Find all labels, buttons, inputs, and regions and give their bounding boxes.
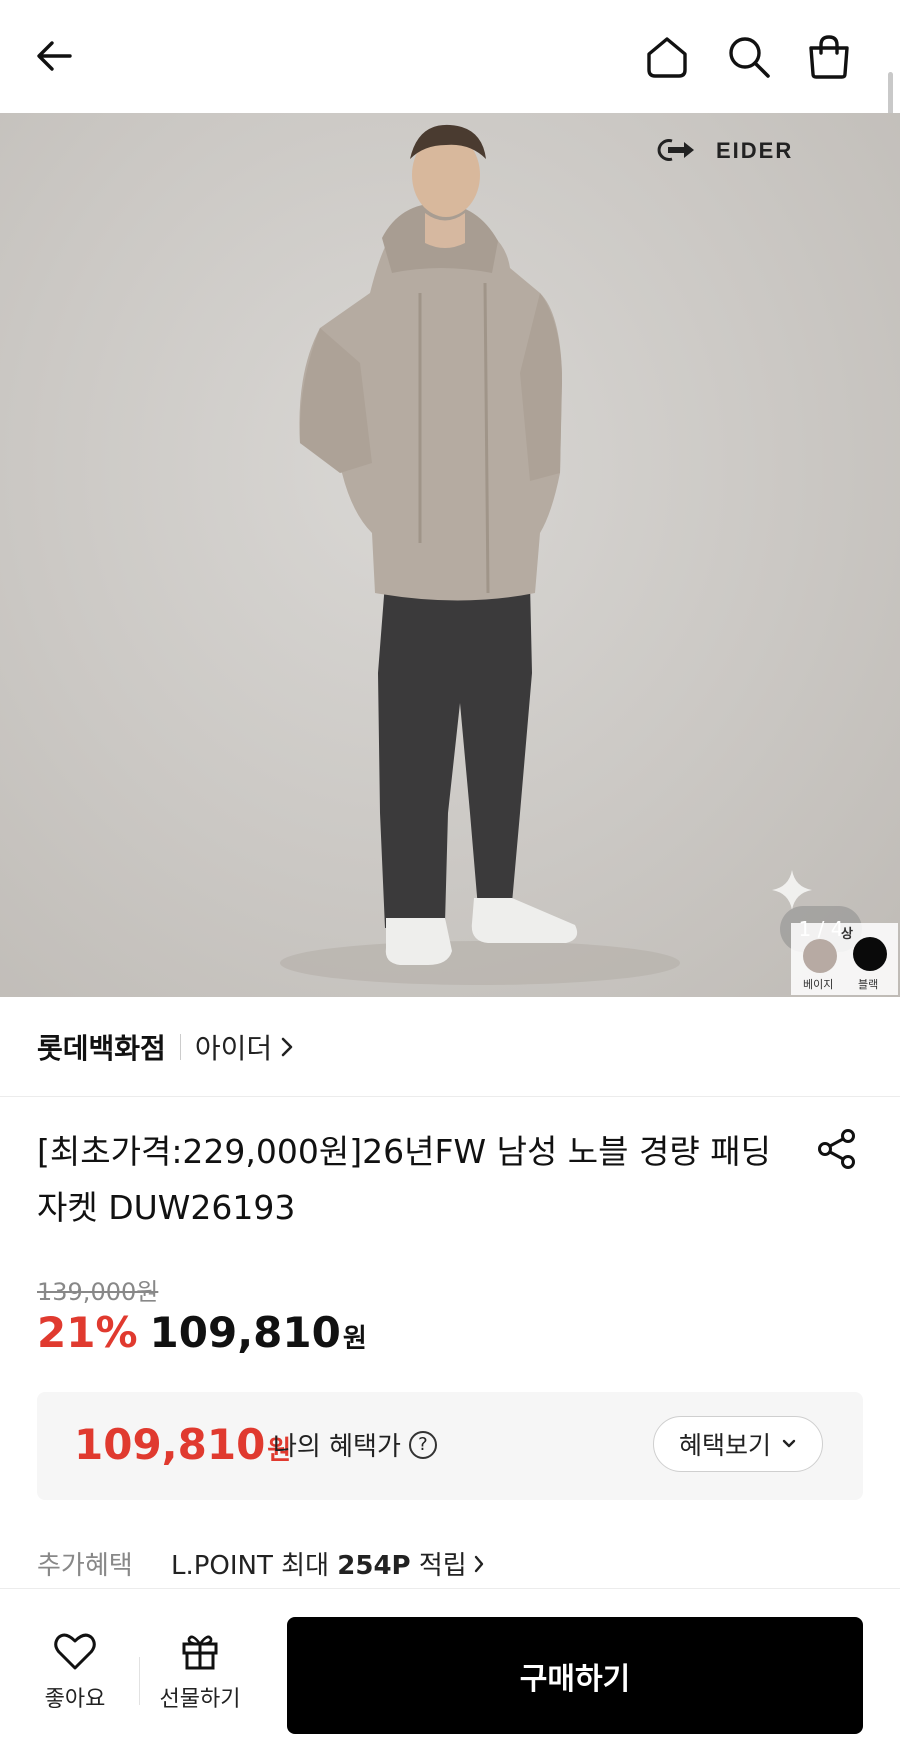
gift-icon <box>182 1635 218 1670</box>
like-label: 좋아요 <box>44 1687 106 1712</box>
shopping-bag-icon <box>809 35 849 79</box>
bottom-action-bar: 좋아요 선물하기 구매하기 <box>0 1588 900 1760</box>
store-row: 롯데백화점 아이더 <box>37 1025 294 1069</box>
share-icon <box>818 1129 855 1169</box>
price-row: 21% 109,810 원 <box>37 1308 367 1357</box>
swatch-label-black: 블랙 <box>858 978 879 991</box>
lpoint-text-prefix: L.POINT 최대 <box>171 1551 338 1581</box>
store-separator <box>179 1034 181 1060</box>
benefit-label: 나의 혜택가 <box>273 1432 401 1462</box>
gift-label: 선물하기 <box>159 1687 241 1712</box>
product-photo <box>280 124 680 985</box>
bottom-bar-separator <box>139 1657 140 1705</box>
swatch-label-beige: 베이지 <box>803 978 834 991</box>
back-button[interactable] <box>28 30 80 82</box>
home-icon <box>647 37 687 78</box>
arrow-left-icon <box>37 41 72 71</box>
extra-benefit-label: 추가혜택 <box>37 1551 133 1581</box>
sale-price-unit: 원 <box>342 1324 367 1354</box>
like-button[interactable]: 좋아요 <box>30 1631 120 1731</box>
brand-link[interactable]: 아이더 <box>195 1027 294 1067</box>
buy-button[interactable]: 구매하기 <box>287 1617 863 1734</box>
sale-price: 109,810 <box>149 1308 341 1357</box>
benefit-label-row: 나의 혜택가 ? <box>273 1426 437 1463</box>
product-title: [최초가격:229,000원]26년FW 남성 노블 경량 패딩 자켓 DUW2… <box>37 1132 771 1227</box>
heart-icon <box>54 1633 96 1670</box>
share-button[interactable] <box>812 1124 862 1174</box>
color-swatch-panel[interactable]: 상 베이지 블랙 <box>791 923 898 995</box>
store-name[interactable]: 롯데백화점 <box>37 1027 166 1067</box>
my-benefit-box: 109,810 원 나의 혜택가 ? 혜택보기 <box>37 1392 863 1500</box>
original-price: 139,000원 <box>37 1278 159 1306</box>
section-divider <box>0 1096 900 1097</box>
brand-logo: EIDER <box>656 137 842 167</box>
product-image-carousel[interactable]: EIDER 1 / 4 상 베이지 블랙 <box>0 113 900 997</box>
search-icon <box>729 37 770 78</box>
help-icon[interactable]: ? <box>408 1430 437 1459</box>
benefit-price-value: 109,810 <box>74 1420 266 1469</box>
benefit-price: 109,810 원 <box>74 1420 291 1469</box>
eider-logo-icon: EIDER <box>657 138 793 163</box>
lpoint-benefit-link[interactable]: L.POINT 최대 254P 적립 <box>171 1545 485 1582</box>
view-benefits-label: 혜택보기 <box>678 1431 771 1460</box>
shopping-bag-button[interactable] <box>802 30 856 84</box>
search-button[interactable] <box>722 30 776 84</box>
chevron-right-icon <box>474 1555 483 1572</box>
home-button[interactable] <box>640 30 694 84</box>
swatch-more-label: 상 <box>841 927 853 942</box>
color-swatch-beige[interactable] <box>803 939 837 973</box>
discount-rate: 21% <box>37 1308 138 1357</box>
extra-benefit-row: 추가혜택 L.POINT 최대 254P 적립 <box>37 1545 485 1582</box>
top-app-bar <box>0 0 900 113</box>
gift-button[interactable]: 선물하기 <box>150 1631 250 1731</box>
chevron-down-icon <box>782 1439 796 1448</box>
lpoint-text-suffix: 적립 <box>410 1551 467 1581</box>
lpoint-points: 254P <box>337 1551 411 1581</box>
brand-name: 아이더 <box>194 1032 273 1065</box>
chevron-right-icon <box>281 1037 293 1057</box>
view-benefits-button[interactable]: 혜택보기 <box>653 1416 823 1472</box>
brand-logo-text: EIDER <box>716 138 793 163</box>
color-swatch-black[interactable] <box>853 937 887 971</box>
